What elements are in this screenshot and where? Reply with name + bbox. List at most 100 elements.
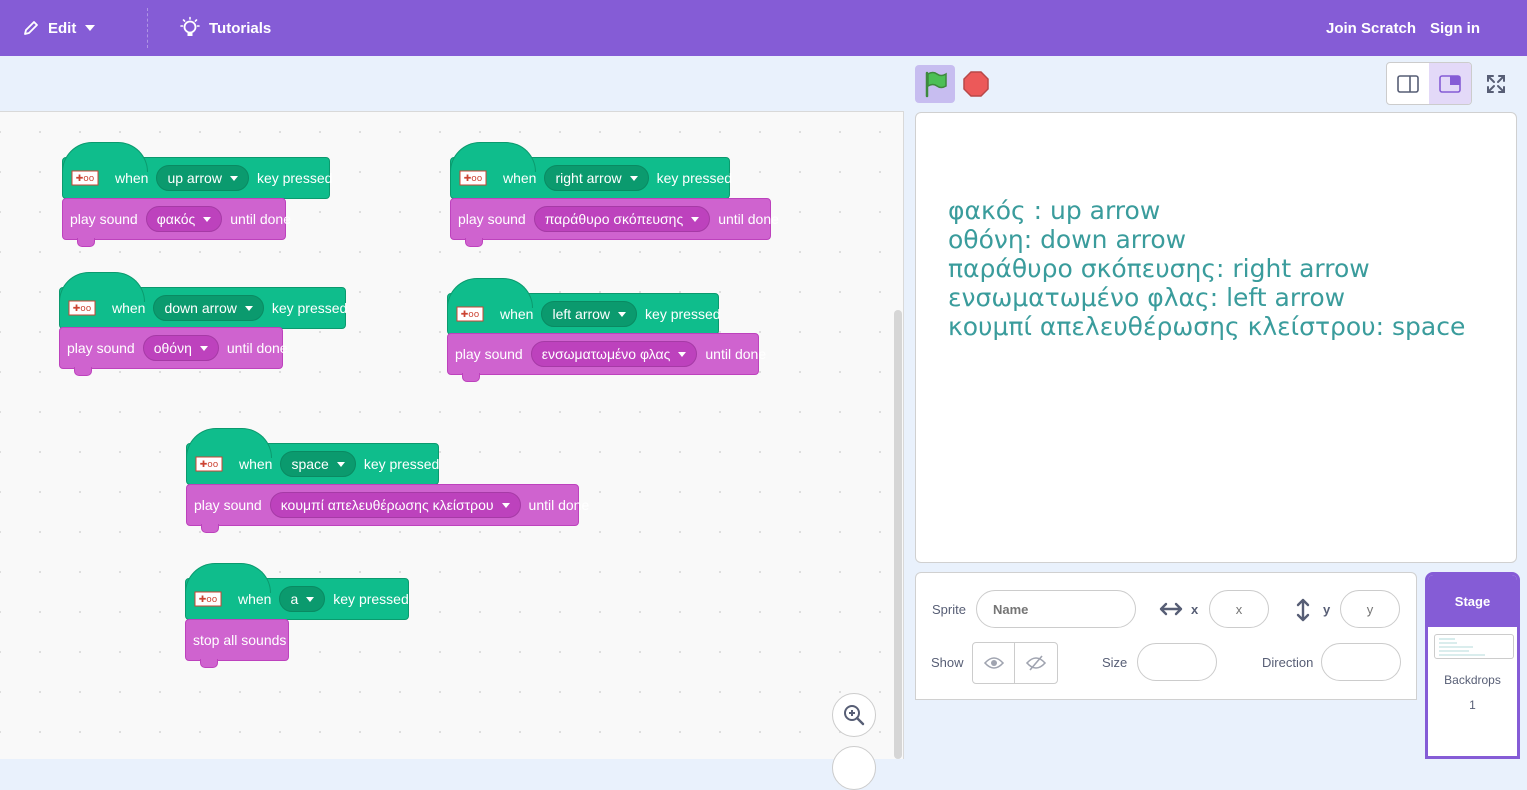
zoom-out-button[interactable] (832, 746, 876, 790)
stage-text: φακός : up arrow οθόνη: down arrow παράθ… (948, 196, 1465, 341)
block-text: until done (226, 340, 288, 356)
workspace-scrollbar[interactable] (894, 310, 902, 759)
sign-in-link[interactable]: Sign in (1430, 0, 1480, 56)
stage-text-line: φακός : up arrow (948, 196, 1161, 225)
stop-sign-icon (962, 70, 990, 98)
when-key-pressed-block[interactable]: ✚oo when up arrow key pressed (62, 142, 332, 199)
block-text: key pressed (333, 591, 409, 607)
when-key-pressed-block[interactable]: ✚oo when a key pressed (185, 563, 409, 620)
show-label: Show (931, 655, 964, 670)
play-sound-until-done-block[interactable]: play sound φακός until done (62, 198, 291, 247)
key-dropdown[interactable]: a (279, 586, 326, 612)
sprite-list-area (915, 699, 1417, 759)
zoom-in-button[interactable] (832, 693, 876, 737)
eye-icon (983, 656, 1004, 670)
stage-selector[interactable]: Stage Backdrops 1 (1425, 572, 1520, 759)
size-input[interactable] (1137, 643, 1217, 681)
small-stage-button[interactable] (1387, 63, 1429, 104)
sound-dropdown[interactable]: ενσωματωμένο φλας (530, 341, 698, 367)
keyboard-icon: ✚oo (459, 169, 487, 187)
stage-text-line: ενσωματωμένο φλας: left arrow (948, 283, 1346, 312)
block-text: key pressed (271, 300, 348, 316)
svg-text:✚oo: ✚oo (200, 460, 219, 470)
block-text: when (239, 456, 273, 472)
sound-dropdown[interactable]: οθόνη (142, 335, 219, 361)
caret-down-icon (501, 502, 510, 508)
x-label: x (1191, 602, 1199, 617)
eye-slash-icon (1026, 655, 1046, 671)
sound-dropdown[interactable]: φακός (145, 206, 223, 232)
stop-button[interactable] (962, 70, 990, 98)
keyboard-icon: ✚oo (68, 299, 96, 317)
svg-text:✚oo: ✚oo (464, 174, 483, 184)
large-stage-button[interactable] (1429, 63, 1471, 104)
stop-all-sounds-block[interactable]: stop all sounds (185, 619, 289, 668)
play-sound-until-done-block[interactable]: play sound κουμπί απελευθέρωσης κλείστρο… (186, 484, 589, 533)
show-sprite-button[interactable] (973, 643, 1016, 683)
stage-text-line: παράθυρο σκόπευσης: right arrow (948, 254, 1370, 283)
caret-down-icon (691, 216, 700, 222)
stage-canvas[interactable]: φακός : up arrow οθόνη: down arrow παράθ… (915, 112, 1517, 563)
block-text: key pressed (363, 456, 440, 472)
hide-sprite-button[interactable] (1015, 643, 1057, 683)
direction-input[interactable] (1321, 643, 1401, 681)
block-text: stop all sounds (193, 632, 287, 648)
direction-label: Direction (1262, 655, 1314, 670)
x-input[interactable] (1209, 590, 1269, 628)
caret-down-icon (678, 351, 687, 357)
small-stage-icon (1397, 74, 1419, 93)
when-key-pressed-block[interactable]: ✚oo when down arrow key pressed (59, 272, 348, 329)
svg-text:✚oo: ✚oo (461, 310, 480, 320)
tutorials-label: Tutorials (209, 19, 272, 37)
large-stage-icon (1439, 74, 1461, 93)
key-dropdown[interactable]: up arrow (156, 165, 249, 191)
block-text: until done (230, 211, 291, 227)
stage-selector-title: Stage (1428, 575, 1517, 627)
caret-down-icon (199, 345, 208, 351)
backdrops-count: 1 (1469, 698, 1476, 712)
caret-down-icon (229, 175, 238, 181)
caret-down-icon (336, 461, 345, 467)
block-text: until done (705, 346, 767, 362)
block-text: until done (718, 211, 779, 227)
lightbulb-icon (178, 16, 202, 40)
play-sound-until-done-block[interactable]: play sound οθόνη until done (59, 327, 288, 376)
green-flag-icon (921, 70, 949, 98)
caret-down-icon (618, 311, 627, 317)
play-sound-until-done-block[interactable]: play sound παράθυρο σκόπευσης until done (450, 198, 779, 247)
block-text: when (238, 591, 272, 607)
edit-menu[interactable]: Edit (22, 0, 96, 56)
play-sound-until-done-block[interactable]: play sound ενσωματωμένο φλας until done (447, 333, 766, 382)
block-text: key pressed (645, 306, 721, 322)
visibility-toggle (972, 642, 1058, 684)
block-text: play sound (67, 340, 135, 356)
y-input[interactable] (1340, 590, 1400, 628)
sound-dropdown[interactable]: παράθυρο σκόπευσης (533, 206, 711, 232)
stage-text-line: οθόνη: down arrow (948, 225, 1187, 254)
key-dropdown[interactable]: down arrow (153, 295, 264, 321)
menu-divider (147, 8, 148, 48)
fullscreen-button[interactable] (1476, 62, 1516, 105)
key-dropdown[interactable]: left arrow (541, 301, 638, 327)
fullscreen-icon (1485, 73, 1507, 95)
when-key-pressed-block[interactable]: ✚oo when left arrow key pressed (447, 278, 721, 335)
join-scratch-link[interactable]: Join Scratch (1326, 0, 1416, 56)
backdrops-label: Backdrops (1444, 673, 1501, 687)
block-text: play sound (455, 346, 523, 362)
key-dropdown[interactable]: space (280, 451, 356, 477)
when-key-pressed-block[interactable]: ✚oo when right arrow key pressed (450, 142, 732, 199)
block-text: when (500, 306, 534, 322)
vertical-arrows-icon (1296, 598, 1310, 622)
block-text: when (115, 170, 149, 186)
stage-size-toggle (1386, 62, 1472, 105)
svg-text:✚oo: ✚oo (199, 595, 218, 605)
green-flag-button[interactable] (915, 65, 955, 103)
tutorials-button[interactable]: Tutorials (178, 0, 271, 56)
keyboard-icon: ✚oo (456, 305, 484, 323)
when-key-pressed-block[interactable]: ✚oo when space key pressed (186, 428, 440, 485)
zoom-in-icon (842, 703, 866, 727)
sprite-name-input[interactable] (976, 590, 1136, 628)
caret-down-icon (85, 25, 96, 31)
key-dropdown[interactable]: right arrow (544, 165, 649, 191)
sound-dropdown[interactable]: κουμπί απελευθέρωσης κλείστρου (269, 492, 521, 518)
